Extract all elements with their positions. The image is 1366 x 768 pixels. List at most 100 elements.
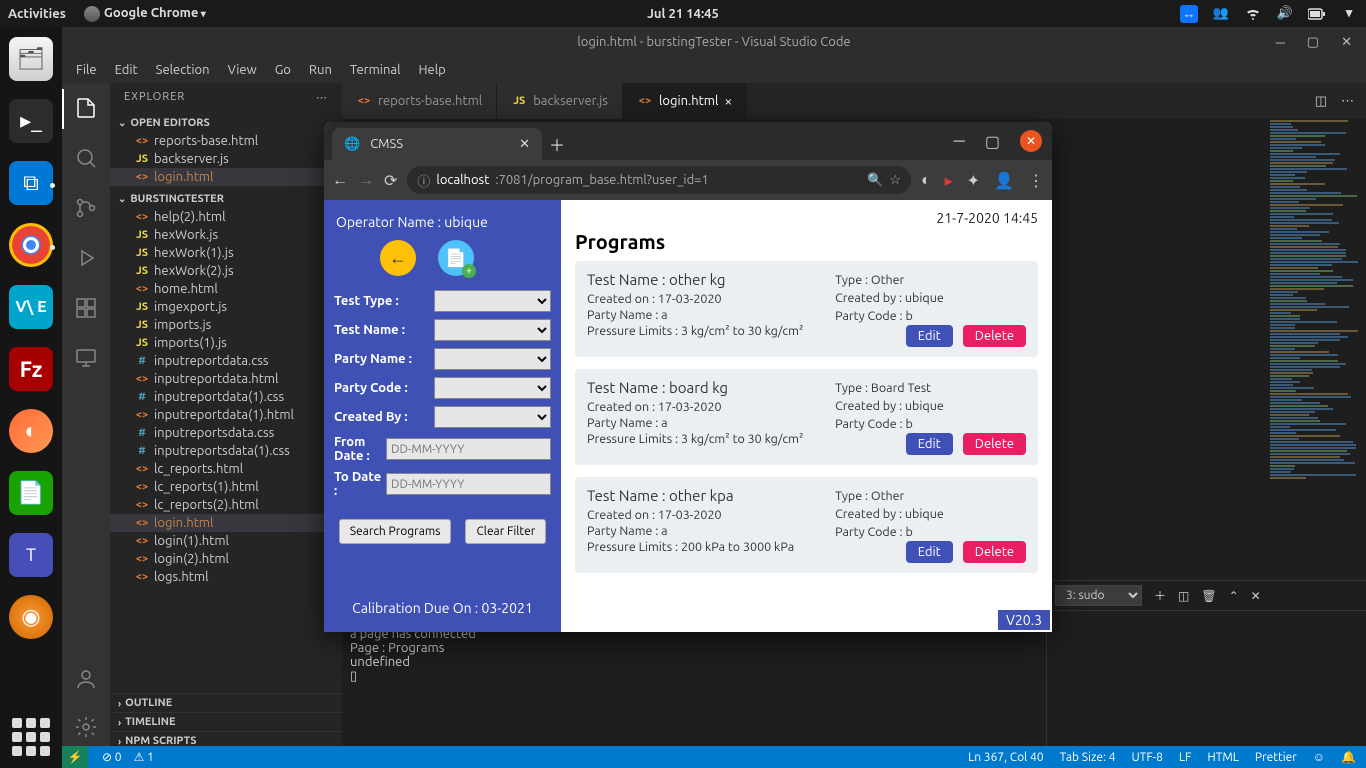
battery-icon[interactable] [1308, 5, 1326, 23]
status-warnings[interactable]: ⚠ 1 [134, 750, 154, 764]
open-editor-item[interactable]: <>reports-base.html [110, 132, 342, 150]
activity-explorer-icon[interactable] [73, 95, 99, 121]
file-tree-item[interactable]: #inputreportsdata.css [110, 424, 342, 442]
file-tree-item[interactable]: <>inputreportdata.html [110, 370, 342, 388]
program-edit-button[interactable]: Edit [906, 325, 953, 347]
chrome-ext1-icon[interactable]: ◐ [921, 171, 931, 190]
file-tree-item[interactable]: #inputreportdata.css [110, 352, 342, 370]
terminal-close-icon[interactable]: ✕ [1251, 589, 1261, 603]
dock-teams-icon[interactable]: T [9, 533, 53, 577]
dock-other-icon[interactable]: ◉ [9, 595, 53, 639]
select-test-type[interactable] [434, 290, 551, 312]
file-tree-item[interactable]: <>inputreportdata(1).html [110, 406, 342, 424]
teams-tray-icon[interactable]: 👥 [1212, 5, 1230, 23]
status-feedback-icon[interactable]: ☺ [1313, 750, 1325, 764]
activity-settings-icon[interactable] [73, 714, 99, 740]
file-tree-item[interactable]: JShexWork.js [110, 226, 342, 244]
status-bell-icon[interactable]: 🔔 [1341, 750, 1356, 764]
chrome-back-icon[interactable]: ← [332, 171, 348, 190]
file-tree-item[interactable]: JShexWork(2).js [110, 262, 342, 280]
chrome-menu-icon[interactable]: ⋮ [1028, 171, 1044, 190]
terminal-new-icon[interactable]: ＋ [1154, 587, 1166, 604]
program-edit-button[interactable]: Edit [906, 541, 953, 563]
menu-selection[interactable]: Selection [156, 63, 210, 77]
app-menu[interactable]: Google Chrome [84, 6, 206, 22]
dock-chrome-icon[interactable] [9, 223, 53, 267]
dock-show-apps-icon[interactable] [12, 718, 50, 756]
timeline-section[interactable]: ›TIMELINE [110, 712, 342, 731]
activity-extensions-icon[interactable] [73, 295, 99, 321]
editor-tab[interactable]: <>login.html× [623, 83, 747, 119]
menu-edit[interactable]: Edit [115, 63, 138, 77]
site-info-icon[interactable]: ⓘ [417, 171, 430, 190]
explorer-more-icon[interactable]: ⋯ [316, 91, 328, 104]
file-tree-item[interactable]: <>lc_reports(1).html [110, 478, 342, 496]
window-minimize-icon[interactable]: ─ [1276, 35, 1285, 50]
activity-search-icon[interactable] [73, 145, 99, 171]
chrome-extensions-icon[interactable]: ✦ [967, 171, 980, 190]
activity-account-icon[interactable] [73, 666, 99, 692]
chrome-close-icon[interactable]: ✕ [1020, 130, 1042, 152]
file-tree-item[interactable]: #inputreportsdata(1).css [110, 442, 342, 460]
tab-close-icon[interactable]: ✕ [519, 137, 530, 152]
teamviewer-tray-icon[interactable]: ↔ [1180, 5, 1198, 23]
dock-vscode-icon[interactable]: ⧉ [9, 161, 53, 205]
menu-run[interactable]: Run [309, 63, 332, 77]
file-tree-item[interactable]: <>login(1).html [110, 532, 342, 550]
remote-indicator[interactable]: ⚡ [62, 746, 88, 768]
dock-libreoffice-icon[interactable]: 📄 [9, 471, 53, 515]
vscode-minimap[interactable] [1266, 119, 1366, 580]
dock-vnc-icon[interactable]: V\ E [9, 285, 53, 329]
outline-section[interactable]: ›OUTLINE [110, 693, 342, 712]
tab-more-icon[interactable]: ⋯ [1341, 94, 1354, 109]
file-tree-item[interactable]: JShexWork(1).js [110, 244, 342, 262]
status-eol[interactable]: LF [1179, 751, 1191, 764]
status-prettier[interactable]: Prettier [1255, 751, 1297, 764]
file-tree-item[interactable]: <>login(2).html [110, 550, 342, 568]
project-section[interactable]: ⌄BURSTINGTESTER [110, 190, 342, 208]
file-tree-item[interactable]: JSimports(1).js [110, 334, 342, 352]
clock[interactable]: Jul 21 14:45 [647, 7, 719, 21]
editor-tab[interactable]: <>reports-base.html [342, 83, 497, 119]
chrome-ext2-icon[interactable]: ▸ [945, 171, 953, 190]
terminal-kill-icon[interactable]: 🗑 [1201, 589, 1216, 603]
chrome-tab[interactable]: 🌐 CMSS ✕ [332, 128, 542, 160]
file-tree-item[interactable]: #inputreportdata(1).css [110, 388, 342, 406]
program-delete-button[interactable]: Delete [963, 433, 1026, 455]
chevron-down-icon[interactable]: ▾ [1340, 5, 1358, 23]
activity-remote-icon[interactable] [73, 345, 99, 371]
status-tab-size[interactable]: Tab Size: 4 [1060, 751, 1116, 764]
file-tree-item[interactable]: <>logs.html [110, 568, 342, 586]
terminal-split-icon[interactable]: ◫ [1178, 589, 1189, 603]
program-delete-button[interactable]: Delete [963, 541, 1026, 563]
open-editors-section[interactable]: ⌄OPEN EDITORS [110, 114, 342, 132]
status-errors[interactable]: ⊘ 0 [102, 750, 122, 764]
activity-scm-icon[interactable] [73, 195, 99, 221]
chrome-forward-icon[interactable]: → [358, 171, 374, 190]
select-party-code[interactable] [434, 377, 551, 399]
chrome-minimize-icon[interactable]: ─ [954, 132, 965, 151]
dock-filezilla-icon[interactable]: Fz [9, 347, 53, 391]
chrome-omnibox[interactable]: ⓘ localhost:7081/program_base.html?user_… [407, 166, 911, 194]
file-tree-item[interactable]: <>home.html [110, 280, 342, 298]
cmss-back-button[interactable]: ← [380, 240, 416, 276]
window-maximize-icon[interactable]: ▢ [1307, 35, 1319, 50]
window-close-icon[interactable]: ✕ [1341, 35, 1352, 50]
file-tree-item[interactable]: <>login.html1 [110, 514, 342, 532]
terminal-selector[interactable]: 3: sudo [1055, 585, 1142, 606]
program-delete-button[interactable]: Delete [963, 325, 1026, 347]
file-tree-item[interactable]: JSimports.js [110, 316, 342, 334]
wifi-icon[interactable] [1244, 5, 1262, 23]
chrome-profile-icon[interactable]: 👤 [994, 171, 1014, 190]
menu-terminal[interactable]: Terminal [350, 63, 401, 77]
file-tree-item[interactable]: <>lc_reports(2).html [110, 496, 342, 514]
input-to-date[interactable] [386, 473, 551, 495]
menu-help[interactable]: Help [418, 63, 445, 77]
split-editor-icon[interactable]: ◫ [1315, 94, 1327, 109]
select-party-name[interactable] [434, 348, 551, 370]
chrome-star-icon[interactable]: ☆ [889, 173, 901, 188]
file-tree-item[interactable]: <>help(2).html [110, 208, 342, 226]
open-editor-item[interactable]: <>login.html1 [110, 168, 342, 186]
cmss-new-doc-button[interactable]: 📄 [438, 240, 474, 276]
activities-button[interactable]: Activities [8, 7, 66, 21]
